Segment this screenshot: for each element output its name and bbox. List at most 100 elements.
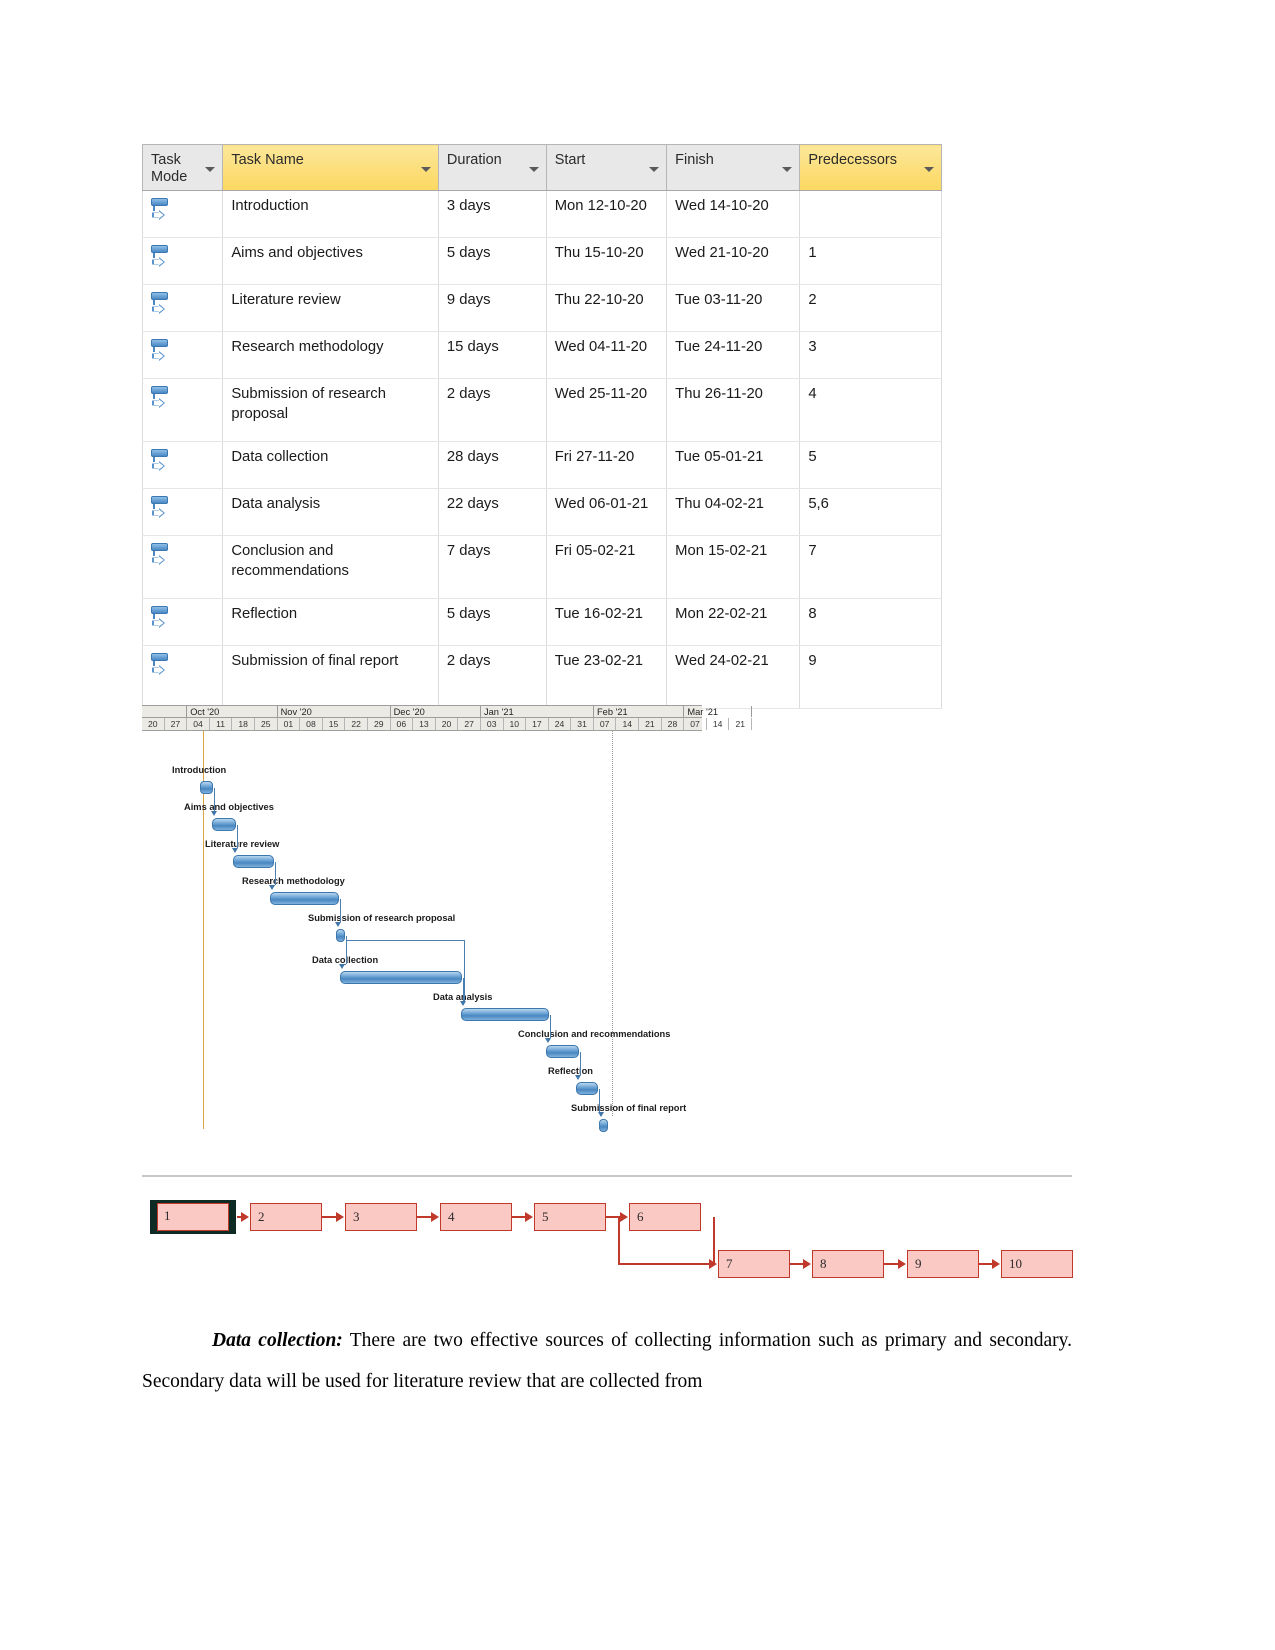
chevron-down-icon[interactable] xyxy=(205,167,216,172)
cell-task-name[interactable]: Research methodology xyxy=(222,331,439,379)
network-node[interactable]: 7 xyxy=(718,1250,790,1278)
cell-predecessors[interactable]: 8 xyxy=(799,598,942,646)
column-header-finish[interactable]: Finish xyxy=(666,144,801,191)
cell-task-name[interactable]: Submission of final report xyxy=(222,645,439,709)
cell-duration[interactable]: 5 days xyxy=(437,598,547,646)
cell-finish[interactable]: Thu 26-11-20 xyxy=(666,378,801,442)
table-row[interactable]: Research methodology 15 days Wed 04-11-20 T… xyxy=(141,331,942,379)
cell-task-name[interactable]: Introduction xyxy=(222,190,439,238)
network-node[interactable]: 5 xyxy=(534,1203,606,1231)
chevron-down-icon[interactable] xyxy=(649,167,660,172)
column-header-task-mode[interactable]: Task Mode xyxy=(141,144,224,191)
network-node[interactable]: 2 xyxy=(250,1203,322,1231)
cell-finish[interactable]: Wed 21-10-20 xyxy=(666,237,801,285)
chevron-down-icon[interactable] xyxy=(420,167,431,172)
gantt-bar[interactable] xyxy=(599,1119,608,1132)
cell-task-name[interactable]: Literature review xyxy=(222,284,439,332)
gantt-bar[interactable] xyxy=(270,892,339,905)
cell-duration[interactable]: 3 days xyxy=(437,190,547,238)
table-row[interactable]: Submission of final report 2 days Tue 23-0… xyxy=(141,645,942,709)
cell-task-mode[interactable] xyxy=(141,535,224,599)
cell-task-name[interactable]: Reflection xyxy=(222,598,439,646)
cell-finish[interactable]: Tue 03-11-20 xyxy=(666,284,801,332)
cell-start[interactable]: Wed 04-11-20 xyxy=(545,331,668,379)
table-row[interactable]: Conclusion and recommendations 7 days Fri … xyxy=(141,535,942,599)
cell-finish[interactable]: Wed 14-10-20 xyxy=(666,190,801,238)
cell-predecessors[interactable]: 7 xyxy=(799,535,942,599)
table-row[interactable]: Introduction 3 days Mon 12-10-20 Wed 14-10-… xyxy=(141,190,942,238)
column-header-predecessors[interactable]: Predecessors xyxy=(799,144,942,191)
cell-finish[interactable]: Mon 15-02-21 xyxy=(666,535,801,599)
cell-task-name[interactable]: Conclusion and recommendations xyxy=(222,535,439,599)
cell-start[interactable]: Wed 06-01-21 xyxy=(545,488,668,536)
cell-task-mode[interactable] xyxy=(141,645,224,709)
cell-start[interactable]: Wed 25-11-20 xyxy=(545,378,668,442)
gantt-bar[interactable] xyxy=(200,781,213,794)
cell-duration[interactable]: 2 days xyxy=(437,645,547,709)
cell-start[interactable]: Fri 05-02-21 xyxy=(545,535,668,599)
cell-predecessors[interactable]: 1 xyxy=(799,237,942,285)
cell-start[interactable]: Tue 16-02-21 xyxy=(545,598,668,646)
network-node[interactable]: 3 xyxy=(345,1203,417,1231)
cell-task-mode[interactable] xyxy=(141,284,224,332)
gantt-bar[interactable] xyxy=(336,929,345,942)
table-row[interactable]: Aims and objectives 5 days Thu 15-10-20 Wed… xyxy=(141,237,942,285)
column-header-task-name[interactable]: Task Name xyxy=(222,144,439,191)
cell-task-name[interactable]: Data collection xyxy=(222,441,439,489)
cell-start[interactable]: Thu 15-10-20 xyxy=(545,237,668,285)
cell-duration[interactable]: 15 days xyxy=(437,331,547,379)
chevron-down-icon[interactable] xyxy=(924,167,934,172)
cell-duration[interactable]: 22 days xyxy=(437,488,547,536)
cell-duration[interactable]: 2 days xyxy=(437,378,547,442)
table-row[interactable]: Data analysis 22 days Wed 06-01-21 Thu 04-0… xyxy=(141,488,942,536)
network-node[interactable]: 6 xyxy=(629,1203,701,1231)
cell-task-mode[interactable] xyxy=(141,237,224,285)
table-row[interactable]: Literature review 9 days Thu 22-10-20 Tue 0… xyxy=(141,284,942,332)
network-node[interactable]: 10 xyxy=(1001,1250,1073,1278)
cell-finish[interactable]: Wed 24-02-21 xyxy=(666,645,801,709)
cell-predecessors[interactable]: 9 xyxy=(799,645,942,709)
cell-start[interactable]: Tue 23-02-21 xyxy=(545,645,668,709)
cell-task-mode[interactable] xyxy=(141,331,224,379)
table-row[interactable]: Submission of research proposal 2 days Wed… xyxy=(141,378,942,442)
cell-start[interactable]: Fri 27-11-20 xyxy=(545,441,668,489)
cell-task-mode[interactable] xyxy=(141,488,224,536)
cell-task-mode[interactable] xyxy=(141,441,224,489)
gantt-bar[interactable] xyxy=(212,818,236,831)
gantt-bar[interactable] xyxy=(461,1008,549,1021)
gantt-bar[interactable] xyxy=(576,1082,598,1095)
cell-predecessors[interactable]: 5 xyxy=(799,441,942,489)
chevron-down-icon[interactable] xyxy=(782,167,793,172)
table-row[interactable]: Data collection 28 days Fri 27-11-20 Tue 05… xyxy=(141,441,942,489)
cell-task-name[interactable]: Submission of research proposal xyxy=(222,378,439,442)
table-row[interactable]: Reflection 5 days Tue 16-02-21 Mon 22-02-21… xyxy=(141,598,942,646)
cell-duration[interactable]: 9 days xyxy=(437,284,547,332)
cell-finish[interactable]: Tue 24-11-20 xyxy=(666,331,801,379)
cell-duration[interactable]: 28 days xyxy=(437,441,547,489)
chevron-down-icon[interactable] xyxy=(528,167,539,172)
cell-task-mode[interactable] xyxy=(141,190,224,238)
cell-task-name[interactable]: Aims and objectives xyxy=(222,237,439,285)
cell-finish[interactable]: Mon 22-02-21 xyxy=(666,598,801,646)
cell-task-mode[interactable] xyxy=(141,598,224,646)
network-node[interactable]: 1 xyxy=(157,1203,229,1231)
cell-predecessors[interactable]: 3 xyxy=(799,331,942,379)
cell-start[interactable]: Thu 22-10-20 xyxy=(545,284,668,332)
gantt-bar[interactable] xyxy=(546,1045,579,1058)
cell-predecessors[interactable] xyxy=(799,190,942,238)
cell-duration[interactable]: 5 days xyxy=(437,237,547,285)
cell-duration[interactable]: 7 days xyxy=(437,535,547,599)
network-node[interactable]: 8 xyxy=(812,1250,884,1278)
cell-predecessors[interactable]: 4 xyxy=(799,378,942,442)
gantt-bar[interactable] xyxy=(340,971,462,984)
cell-task-mode[interactable] xyxy=(141,378,224,442)
cell-start[interactable]: Mon 12-10-20 xyxy=(545,190,668,238)
column-header-start[interactable]: Start xyxy=(545,144,668,191)
gantt-bar[interactable] xyxy=(233,855,274,868)
cell-predecessors[interactable]: 2 xyxy=(799,284,942,332)
cell-finish[interactable]: Tue 05-01-21 xyxy=(666,441,801,489)
cell-finish[interactable]: Thu 04-02-21 xyxy=(666,488,801,536)
cell-predecessors[interactable]: 5,6 xyxy=(799,488,942,536)
cell-task-name[interactable]: Data analysis xyxy=(222,488,439,536)
network-node[interactable]: 4 xyxy=(440,1203,512,1231)
